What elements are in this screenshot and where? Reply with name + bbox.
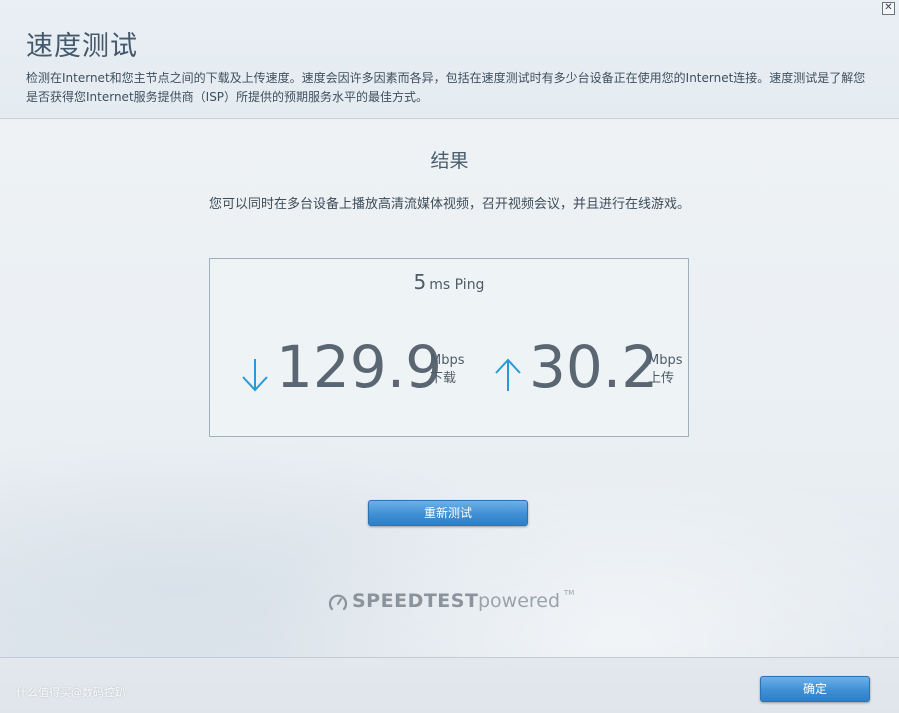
download-unit-block: Mbps 下载 [430,352,465,388]
page-description: 检测在Internet和您主节点之间的下载及上传速度。速度会因许多因素而各异，包… [26,71,866,104]
watermark: 什么值得买@数码控趴 [16,686,126,699]
ping-unit: ms Ping [429,277,485,293]
speedtest-powered: powered [478,590,561,612]
ping-readout: 5 ms Ping [210,270,688,294]
ping-value: 5 [413,270,427,294]
arrow-down-icon [242,359,268,392]
main-content: 结果 您可以同时在多台设备上播放高清流媒体视频，召开视频会议，并且进行在线游戏。… [0,119,899,657]
upload-label: 上传 [648,371,675,386]
gauge-icon [328,594,348,611]
download-unit: Mbps [430,353,465,368]
result-panel: 5 ms Ping 129.9 Mbps 下载 30.2 Mbps 上传 [209,258,689,437]
close-button[interactable]: ✕ [882,2,895,15]
retest-button[interactable]: 重新测试 [368,500,528,526]
trademark-mark: TM [564,589,575,597]
page-title: 速度测试 [26,31,138,62]
upload-value: 30.2 [529,333,659,401]
download-label: 下载 [430,371,457,386]
results-message: 您可以同时在多台设备上播放高清流媒体视频，召开视频会议，并且进行在线游戏。 [208,197,690,212]
upload-unit-block: Mbps 上传 [648,352,683,388]
download-value: 129.9 [276,333,443,401]
speedtest-brand: SPEEDTEST [352,590,479,612]
upload-unit: Mbps [648,353,683,368]
arrow-up-icon [495,358,521,391]
header: ✕ 速度测试 检测在Internet和您主节点之间的下载及上传速度。速度会因许多… [0,0,899,119]
ok-button[interactable]: 确定 [760,676,870,702]
footer: 什么值得买@数码控趴 确定 [0,657,899,713]
results-heading: 结果 [430,150,469,172]
